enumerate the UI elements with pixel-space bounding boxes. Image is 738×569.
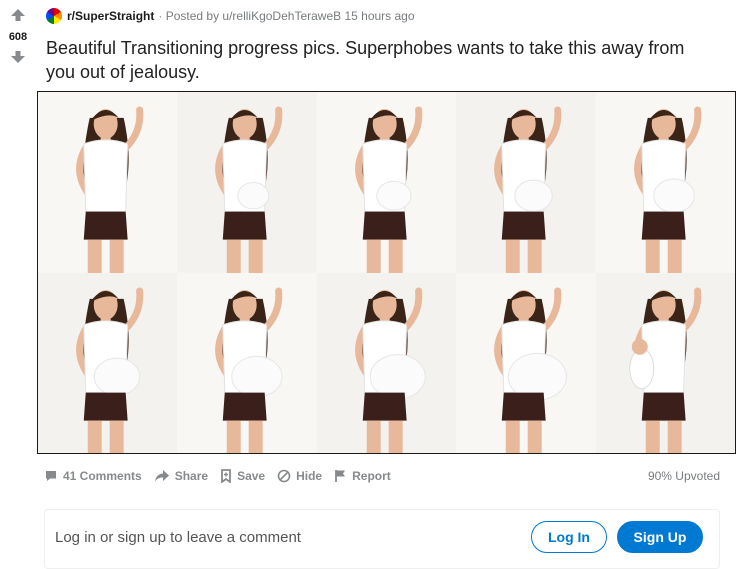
- upvote-arrow-icon[interactable]: [10, 8, 26, 22]
- report-flag-icon: [335, 470, 346, 482]
- photo-frame: [177, 272, 317, 453]
- hide-button[interactable]: Hide: [277, 469, 322, 483]
- vote-score: 608: [8, 31, 28, 43]
- share-button[interactable]: Share: [154, 469, 208, 483]
- comments-label: 41 Comments: [63, 469, 142, 483]
- share-icon: [154, 470, 169, 482]
- hide-label: Hide: [296, 469, 323, 483]
- comment-icon: [46, 471, 56, 481]
- comment-prompt-text: Log in or sign up to leave a comment: [55, 529, 301, 546]
- comment-signup-box: Log in or sign up to leave a comment Log…: [44, 509, 720, 569]
- post-actions-bar: 41 Comments Share Save Hide Report: [44, 466, 403, 486]
- posted-by-text[interactable]: Posted by u/relliKgoDehTeraweB 15 hours …: [166, 9, 415, 23]
- photo-frame: [595, 272, 735, 453]
- save-button[interactable]: Save: [220, 469, 265, 483]
- comments-button[interactable]: 41 Comments: [44, 469, 142, 483]
- photo-frame: [38, 92, 178, 273]
- meta-separator: ·: [158, 9, 166, 23]
- sign-up-button[interactable]: Sign Up: [617, 521, 703, 553]
- bookmark-icon: [221, 469, 231, 483]
- subreddit-link[interactable]: r/SuperStraight: [67, 9, 154, 23]
- subreddit-icon[interactable]: [46, 8, 62, 24]
- photo-grid: [38, 92, 735, 453]
- photo-frame: [316, 92, 457, 273]
- share-label: Share: [174, 469, 209, 483]
- report-label: Report: [352, 469, 391, 483]
- downvote-arrow-icon[interactable]: [10, 50, 26, 64]
- post-image[interactable]: [37, 91, 736, 454]
- post-meta: r/SuperStraight · Posted by u/relliKgoDe…: [46, 6, 415, 26]
- photo-frame: [38, 272, 178, 453]
- post-title[interactable]: Beautiful Transitioning progress pics. S…: [46, 36, 706, 84]
- log-in-button[interactable]: Log In: [531, 521, 607, 553]
- upvote-ratio: 90% Upvoted: [647, 469, 720, 483]
- hide-icon: [277, 469, 291, 483]
- photo-frame: [456, 92, 596, 273]
- photo-frame: [456, 272, 596, 453]
- photo-frame: [177, 92, 317, 273]
- report-button[interactable]: Report: [334, 469, 391, 483]
- photo-frame: [595, 92, 735, 273]
- save-label: Save: [237, 469, 266, 483]
- photo-frame: [316, 272, 457, 453]
